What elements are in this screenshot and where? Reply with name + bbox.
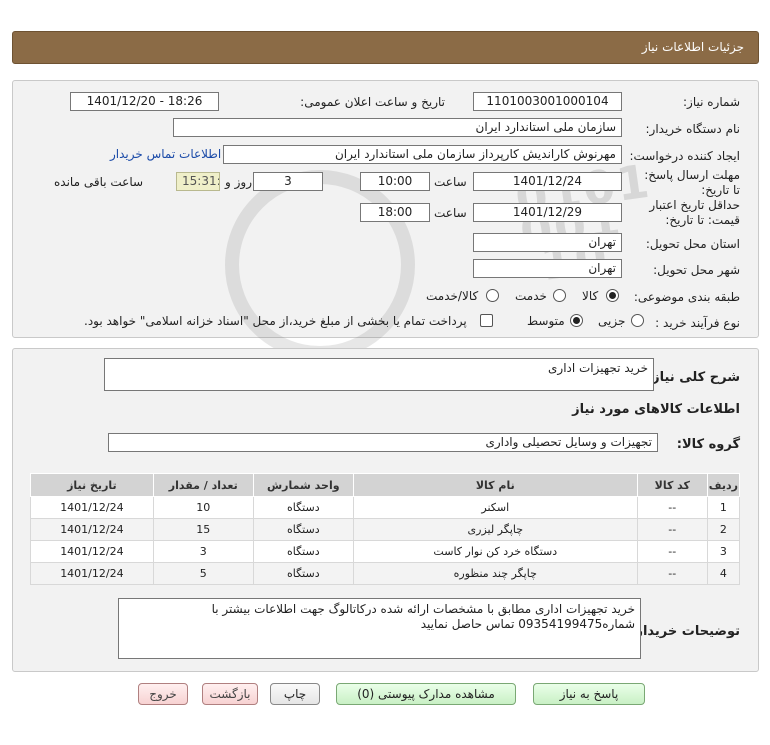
days-and-label: روز و [225, 175, 252, 189]
col-date: تاریخ نیاز [30, 473, 154, 497]
validity-date-field: 1401/12/29 [473, 203, 622, 222]
table-row: 2 -- چاپگر لیزری دستگاه 15 1401/12/24 [30, 518, 741, 541]
announce-field: 1401/12/20 - 18:26 [70, 92, 219, 111]
table-row: 4 -- چاپگر چند منظوره دستگاه 5 1401/12/2… [30, 562, 741, 585]
reply-time-field: 10:00 [360, 172, 430, 191]
cell-name: چاپگر لیزری [352, 518, 638, 541]
col-name: نام کالا [352, 473, 638, 497]
goods-info-title: اطلاعات کالاهای مورد نیاز [572, 402, 740, 417]
creator-field: مهرنوش کاراندیش کارپرداز سازمان ملی استا… [223, 145, 622, 164]
process-medium-label: متوسط [527, 314, 565, 328]
cell-name: چاپگر چند منظوره [352, 562, 638, 585]
cell-date: 1401/12/24 [30, 496, 154, 519]
category-goods-service-label: کالا/خدمت [426, 289, 479, 303]
exit-button[interactable]: خروج [138, 683, 188, 705]
validity-time-field: 18:00 [360, 203, 430, 222]
remaining-time-field: 15:31:46 [176, 172, 220, 191]
buyer-notes-field: خرید تجهیزات اداری مطابق با مشخصات ارائه… [118, 598, 641, 659]
cell-name: اسکنر [352, 496, 638, 519]
cell-date: 1401/12/24 [30, 562, 154, 585]
buyer-notes-label: توضیحات خریدار: [630, 624, 740, 639]
cell-unit: دستگاه [252, 562, 354, 585]
page-header: جزئیات اطلاعات نیاز [12, 31, 759, 64]
creator-label: ایجاد کننده درخواست: [629, 149, 740, 163]
reply-button[interactable]: پاسخ به نیاز [533, 683, 645, 705]
category-label: طبقه بندی موضوعی: [633, 290, 740, 304]
province-label: استان محل تحویل: [645, 237, 740, 251]
buyer-contact-link[interactable]: اطلاعات تماس خریدار [110, 147, 221, 161]
process-medium-radio[interactable] [570, 314, 583, 327]
col-qty: تعداد / مقدار [152, 473, 254, 497]
back-button[interactable]: بازگشت [202, 683, 258, 705]
cell-qty: 10 [152, 496, 254, 519]
treasury-payment-note: پرداخت تمام یا بخشی از مبلغ خرید،از محل … [84, 314, 467, 328]
table-header-row: ردیف کد کالا نام کالا واحد شمارش تعداد /… [30, 473, 741, 497]
goods-group-label: گروه کالا: [676, 437, 740, 452]
general-desc-field: خرید تجهیزات اداری [104, 358, 654, 391]
cell-row: 3 [706, 540, 741, 563]
table-row: 3 -- دستگاه خرد کن نوار کاست دستگاه 3 14… [30, 540, 741, 563]
cell-code: -- [636, 518, 708, 541]
cell-unit: دستگاه [252, 518, 354, 541]
buyer-org-label: نام دستگاه خریدار: [645, 122, 741, 136]
category-goods-label: کالا [582, 289, 599, 303]
goods-table: ردیف کد کالا نام کالا واحد شمارش تعداد /… [30, 473, 741, 585]
buyer-org-field: سازمان ملی استاندارد ایران [173, 118, 622, 137]
category-service-radio[interactable] [553, 289, 566, 302]
cell-row: 2 [706, 518, 741, 541]
cell-qty: 5 [152, 562, 254, 585]
need-number-label: شماره نیاز: [683, 95, 740, 109]
city-label: شهر محل تحویل: [653, 263, 740, 277]
announce-label: تاریخ و ساعت اعلان عمومی: [300, 95, 445, 109]
cell-date: 1401/12/24 [30, 518, 154, 541]
days-field: 3 [253, 172, 323, 191]
general-desc-label: شرح کلی نیاز: [646, 370, 740, 385]
col-row: ردیف [706, 473, 741, 497]
cell-code: -- [636, 496, 708, 519]
category-goods-radio[interactable] [606, 289, 619, 302]
col-code: کد کالا [636, 473, 708, 497]
validity-time-label: ساعت [434, 206, 467, 220]
cell-unit: دستگاه [252, 540, 354, 563]
page-title: جزئیات اطلاعات نیاز [641, 40, 744, 54]
validity-label: حداقل تاریخ اعتبار قیمت: تا تاریخ: [649, 198, 740, 227]
cell-row: 4 [706, 562, 741, 585]
cell-qty: 3 [152, 540, 254, 563]
goods-group-field: تجهیزات و وسایل تحصیلی واداری [108, 433, 658, 452]
cell-unit: دستگاه [252, 496, 354, 519]
cell-name: دستگاه خرد کن نوار کاست [352, 540, 638, 563]
cell-row: 1 [706, 496, 741, 519]
reply-time-label: ساعت [434, 175, 467, 189]
category-goods-service-radio[interactable] [486, 289, 499, 302]
need-number-field: 1101003001000104 [473, 92, 622, 111]
province-field: تهران [473, 233, 622, 252]
cell-date: 1401/12/24 [30, 540, 154, 563]
cell-code: -- [636, 540, 708, 563]
treasury-payment-checkbox[interactable] [480, 314, 493, 327]
city-field: تهران [473, 259, 622, 278]
reply-deadline-label: مهلت ارسال پاسخ: تا تاریخ: [644, 168, 740, 197]
process-partial-radio[interactable] [631, 314, 644, 327]
process-partial-label: جزیی [598, 314, 626, 328]
reply-date-field: 1401/12/24 [473, 172, 622, 191]
cell-code: -- [636, 562, 708, 585]
col-unit: واحد شمارش [252, 473, 354, 497]
table-row: 1 -- اسکنر دستگاه 10 1401/12/24 [30, 496, 741, 519]
view-attachments-button[interactable]: مشاهده مدارک پیوستی (0) [336, 683, 516, 705]
category-service-label: خدمت [515, 289, 547, 303]
cell-qty: 15 [152, 518, 254, 541]
process-type-label: نوع فرآیند خرید : [655, 316, 740, 330]
print-button[interactable]: چاپ [270, 683, 320, 705]
remaining-label: ساعت باقی مانده [54, 175, 144, 189]
